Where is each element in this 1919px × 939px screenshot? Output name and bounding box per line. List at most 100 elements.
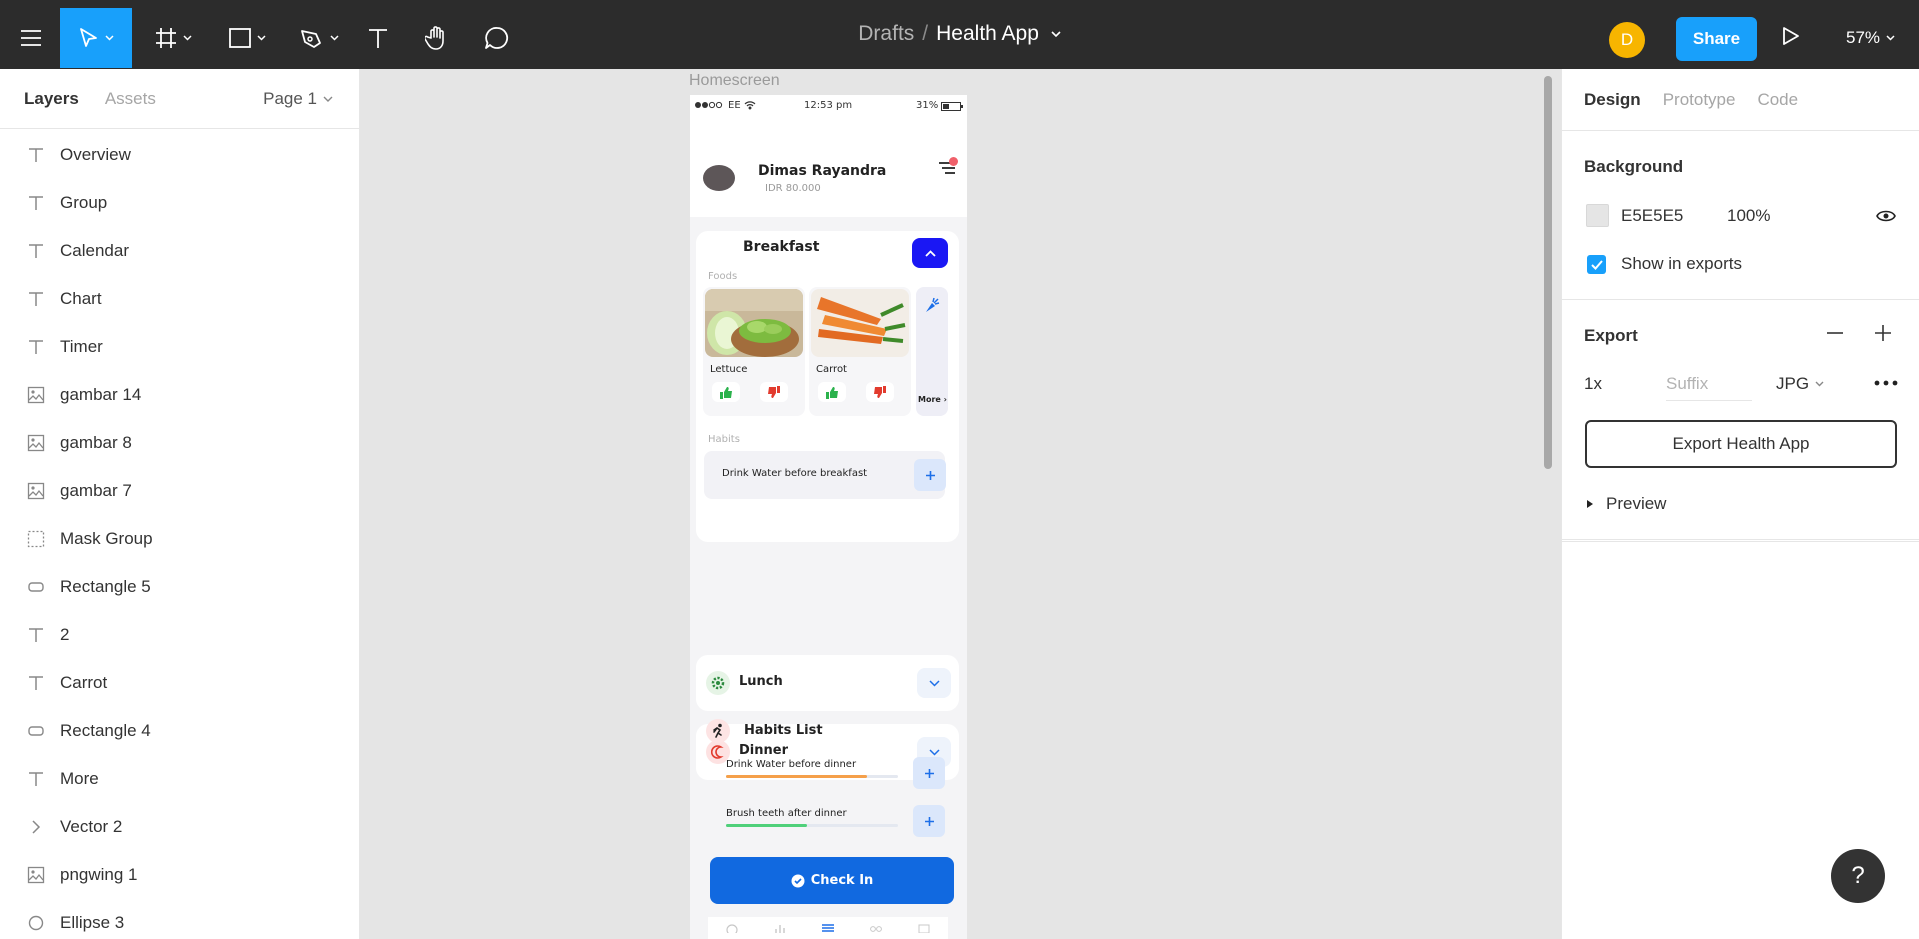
dislike-button[interactable]: [866, 382, 894, 402]
user-avatar[interactable]: D: [1609, 22, 1645, 58]
tab-design[interactable]: Design: [1584, 90, 1641, 110]
like-button[interactable]: [712, 382, 740, 402]
bottom-nav: [708, 917, 948, 939]
list-icon[interactable]: [821, 923, 835, 933]
thumbs-down-icon: [874, 385, 886, 398]
habit-label: Drink Water before breakfast: [722, 468, 868, 479]
layer-row[interactable]: More: [0, 755, 359, 803]
layer-row[interactable]: Rectangle 5: [0, 563, 359, 611]
more-foods-button[interactable]: More ›: [916, 287, 948, 416]
user-name: Dimas Rayandra: [758, 163, 887, 179]
check-in-button[interactable]: Check In: [710, 857, 954, 904]
add-habit-button[interactable]: [913, 757, 945, 789]
clock-icon[interactable]: [725, 923, 739, 933]
chart-icon[interactable]: [773, 923, 787, 933]
layer-row[interactable]: gambar 7: [0, 467, 359, 515]
export-suffix-input[interactable]: Suffix: [1666, 374, 1752, 401]
layer-row[interactable]: Overview: [0, 131, 359, 179]
layer-row[interactable]: Rectangle 4: [0, 707, 359, 755]
hand-tool-button[interactable]: [420, 8, 454, 68]
layer-row[interactable]: gambar 8: [0, 419, 359, 467]
show-in-exports-checkbox[interactable]: [1587, 255, 1606, 274]
more-options-icon[interactable]: [1874, 380, 1898, 386]
food-name: Carrot: [816, 364, 847, 375]
background-color-swatch[interactable]: [1586, 204, 1609, 227]
habit-item[interactable]: Brush teeth after dinner: [726, 808, 911, 827]
layer-row[interactable]: Carrot: [0, 659, 359, 707]
file-name-menu[interactable]: Health App: [936, 22, 1061, 45]
eye-icon[interactable]: [1876, 209, 1896, 223]
frame-tool-button[interactable]: [148, 8, 198, 68]
profile-avatar[interactable]: [703, 165, 735, 191]
chevron-up-icon: [924, 249, 936, 257]
status-bar: EE 12:53 pm 31%: [690, 95, 967, 117]
properties-panel: Design Prototype Code Background E5E5E5 …: [1561, 69, 1919, 939]
layer-row[interactable]: gambar 14: [0, 371, 359, 419]
layer-row[interactable]: Timer: [0, 323, 359, 371]
breakfast-title: Breakfast: [743, 239, 820, 255]
show-in-exports-label: Show in exports: [1621, 254, 1742, 273]
minus-icon[interactable]: [1826, 324, 1844, 342]
expand-button[interactable]: [917, 668, 951, 698]
breadcrumb-drafts[interactable]: Drafts: [858, 22, 914, 45]
habit-row[interactable]: Drink Water before breakfast: [704, 451, 946, 499]
text-icon: [26, 625, 46, 645]
preview-toggle[interactable]: Preview: [1586, 494, 1666, 514]
layer-row[interactable]: 2: [0, 611, 359, 659]
dislike-button[interactable]: [760, 382, 788, 402]
habit-item[interactable]: Drink Water before dinner: [726, 759, 911, 778]
food-card-carrot[interactable]: Carrot: [809, 287, 911, 416]
help-button[interactable]: ?: [1831, 849, 1885, 903]
add-habit-button[interactable]: [914, 459, 946, 491]
carrot-image: [811, 289, 909, 357]
export-scale-select[interactable]: 1x: [1584, 374, 1602, 394]
canvas-scrollbar[interactable]: [1544, 76, 1552, 469]
calendar-icon[interactable]: [917, 923, 931, 933]
chevron-down-icon: [1886, 35, 1895, 41]
export-button[interactable]: Export Health App: [1585, 420, 1897, 468]
chevron-down-icon: [329, 35, 339, 41]
pen-tool-button[interactable]: [294, 8, 344, 68]
zoom-menu[interactable]: 57%: [1846, 28, 1895, 48]
layer-row[interactable]: Mask Group: [0, 515, 359, 563]
layer-row[interactable]: Vector 2: [0, 803, 359, 851]
background-opacity-input[interactable]: 100%: [1727, 206, 1770, 226]
file-name[interactable]: Health App: [936, 22, 1039, 45]
main-menu-button[interactable]: [12, 8, 50, 68]
tab-prototype[interactable]: Prototype: [1663, 90, 1736, 110]
lunch-card[interactable]: Lunch: [696, 655, 959, 711]
breadcrumb-separator: /: [922, 22, 929, 45]
background-hex-input[interactable]: E5E5E5: [1621, 206, 1683, 226]
plus-icon[interactable]: [1874, 324, 1892, 342]
signal-icon: [695, 101, 723, 109]
text-tool-button[interactable]: [362, 8, 394, 68]
move-tool-button[interactable]: [60, 8, 132, 68]
tab-code[interactable]: Code: [1757, 90, 1798, 110]
food-card-lettuce[interactable]: Lettuce: [703, 287, 805, 416]
like-button[interactable]: [818, 382, 846, 402]
layer-row[interactable]: pngwing 1: [0, 851, 359, 899]
layer-row[interactable]: Calendar: [0, 227, 359, 275]
breakfast-collapse-button[interactable]: [912, 238, 948, 268]
layer-row[interactable]: Chart: [0, 275, 359, 323]
battery-percent: 31%: [916, 100, 939, 111]
page-selector[interactable]: Page 1: [263, 89, 333, 109]
comment-tool-button[interactable]: [480, 8, 514, 68]
frame-label[interactable]: Homescreen: [689, 72, 780, 90]
layer-row[interactable]: Group: [0, 179, 359, 227]
add-habit-button[interactable]: [913, 805, 945, 837]
text-icon: [26, 289, 46, 309]
plus-icon: [924, 768, 934, 778]
layer-row[interactable]: Ellipse 3: [0, 899, 359, 939]
group-icon[interactable]: [869, 923, 883, 933]
tab-layers[interactable]: Layers: [24, 89, 79, 109]
habit-item-label: Brush teeth after dinner: [726, 808, 847, 819]
habit-progress-track: [726, 824, 898, 827]
shape-tool-button[interactable]: [222, 8, 272, 68]
share-button[interactable]: Share: [1676, 17, 1757, 61]
present-button[interactable]: [1782, 26, 1800, 51]
layer-name: Vector 2: [60, 817, 123, 836]
export-format-select[interactable]: JPG: [1776, 374, 1824, 394]
homescreen-frame[interactable]: EE 12:53 pm 31% Dimas Rayandra IDR 80.00…: [690, 95, 967, 939]
tab-assets[interactable]: Assets: [105, 89, 156, 109]
